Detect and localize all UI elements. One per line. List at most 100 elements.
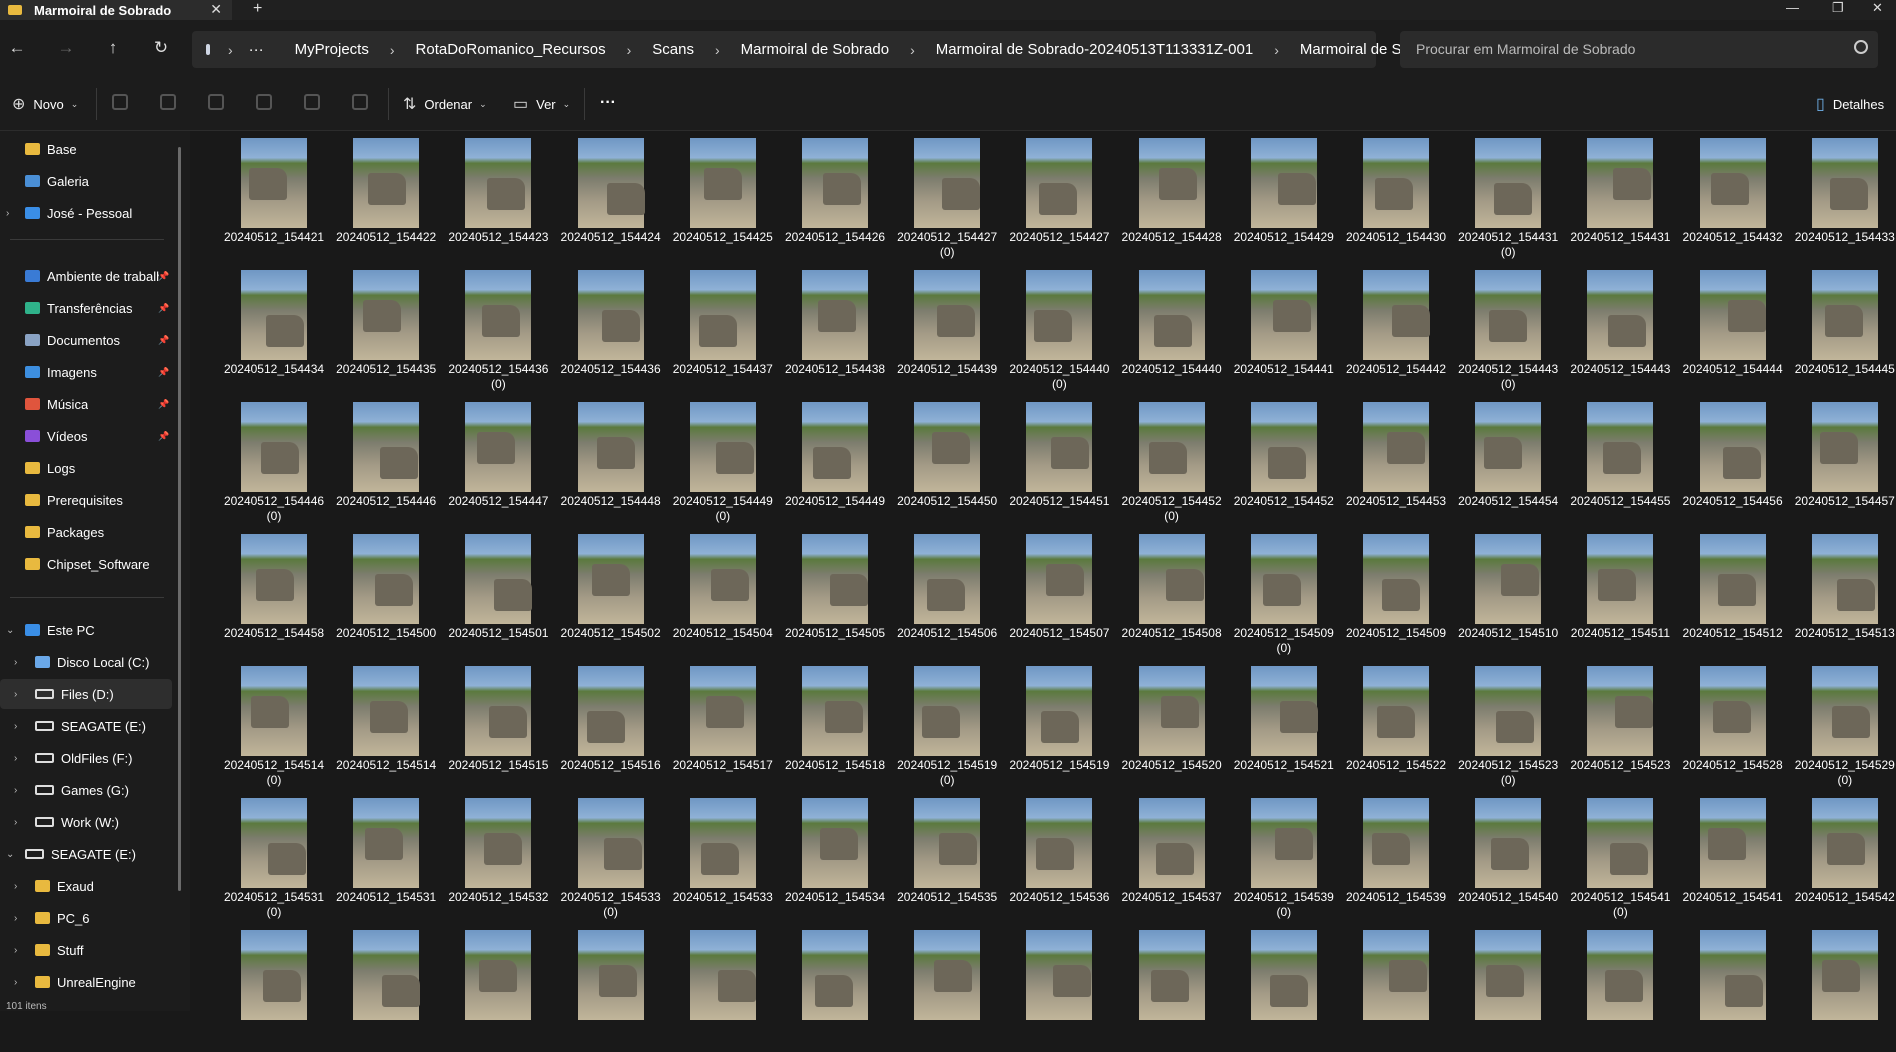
file-item[interactable]: 20240512_154423 (442, 132, 554, 260)
chevron-right-icon[interactable]: › (14, 689, 17, 700)
file-item[interactable] (1228, 924, 1340, 1052)
file-item[interactable]: 20240512_154446 (0) (218, 396, 330, 524)
file-item[interactable] (1452, 924, 1564, 1052)
file-item[interactable]: 20240512_154509 (1340, 528, 1452, 656)
file-item[interactable]: 20240512_154541 (0) (1564, 792, 1676, 920)
sort-button[interactable]: ⇅ Ordenar ⌄ (403, 94, 487, 114)
details-button[interactable]: ▯ Detalhes (1816, 94, 1884, 114)
file-item[interactable]: 20240512_154433 (1789, 132, 1896, 260)
sidebar-item[interactable]: › PC_6 (0, 903, 172, 933)
copy-icon[interactable] (160, 94, 176, 110)
new-button[interactable]: ⊕ Novo ⌄ (12, 94, 78, 114)
sidebar-item[interactable]: ⌄ SEAGATE (E:) (0, 839, 172, 869)
file-item[interactable]: 20240512_154522 (1340, 660, 1452, 788)
file-item[interactable]: 20240512_154505 (779, 528, 891, 656)
file-item[interactable] (442, 924, 554, 1052)
file-item[interactable] (1789, 924, 1896, 1052)
file-item[interactable]: 20240512_154428 (1116, 132, 1228, 260)
file-item[interactable]: 20240512_154533 (0) (555, 792, 667, 920)
close-window-button[interactable]: ✕ (1872, 0, 1883, 16)
file-item[interactable]: 20240512_154434 (218, 264, 330, 392)
sidebar-item[interactable]: Packages (0, 517, 172, 547)
close-tab-icon[interactable]: ✕ (210, 1, 222, 18)
cut-icon[interactable] (112, 94, 128, 110)
chevron-right-icon[interactable]: › (14, 817, 17, 828)
file-item[interactable]: 20240512_154421 (218, 132, 330, 260)
new-tab-button[interactable]: + (253, 0, 262, 18)
file-item[interactable]: 20240512_154529 (0) (1789, 660, 1896, 788)
share-icon[interactable] (304, 94, 320, 110)
file-item[interactable]: 20240512_154509 (0) (1228, 528, 1340, 656)
file-item[interactable] (1340, 924, 1452, 1052)
file-item[interactable]: 20240512_154511 (1564, 528, 1676, 656)
sidebar-item[interactable]: › Stuff (0, 935, 172, 965)
breadcrumb-item[interactable]: Marmoiral de Sobrado-20240513T113331Z-00… (936, 41, 1253, 58)
file-item[interactable]: 20240512_154519 (0) (891, 660, 1003, 788)
file-item[interactable] (667, 924, 779, 1052)
chevron-right-icon[interactable]: › (14, 657, 17, 668)
sidebar-item[interactable]: Base (0, 134, 172, 164)
file-item[interactable]: 20240512_154531 (0) (218, 792, 330, 920)
file-item[interactable]: 20240512_154458 (218, 528, 330, 656)
sidebar-item[interactable]: ⌄ Este PC (0, 615, 172, 645)
file-item[interactable] (555, 924, 667, 1052)
search-icon[interactable] (1854, 40, 1868, 54)
file-item[interactable]: 20240512_154514 (330, 660, 442, 788)
breadcrumb-item[interactable]: RotaDoRomanico_Recursos (416, 41, 606, 58)
file-item[interactable]: 20240512_154447 (442, 396, 554, 524)
file-item[interactable]: 20240512_154425 (667, 132, 779, 260)
sidebar-item[interactable]: › OldFiles (F:) (0, 743, 172, 773)
file-item[interactable]: 20240512_154455 (1564, 396, 1676, 524)
file-item[interactable]: 20240512_154427 (1003, 132, 1115, 260)
chevron-right-icon[interactable]: › (14, 945, 17, 956)
file-item[interactable]: 20240512_154500 (330, 528, 442, 656)
view-button[interactable]: ▭ Ver ⌄ (513, 94, 570, 114)
file-item[interactable]: 20240512_154508 (1116, 528, 1228, 656)
file-item[interactable]: 20240512_154501 (442, 528, 554, 656)
file-item[interactable]: 20240512_154518 (779, 660, 891, 788)
file-item[interactable]: 20240512_154436 (555, 264, 667, 392)
file-item[interactable]: 20240512_154426 (779, 132, 891, 260)
sidebar-item[interactable]: Música 📌 (0, 389, 172, 419)
forward-icon[interactable]: → (54, 38, 78, 58)
chevron-right-icon[interactable]: › (14, 977, 17, 988)
search-box[interactable] (1400, 31, 1878, 68)
file-item[interactable]: 20240512_154445 (1789, 264, 1896, 392)
file-item[interactable]: 20240512_154443 (0) (1452, 264, 1564, 392)
tab-current[interactable]: Marmoiral de Sobrado ✕ (0, 0, 232, 20)
file-item[interactable] (1003, 924, 1115, 1052)
file-item[interactable]: 20240512_154444 (1677, 264, 1789, 392)
file-item[interactable]: 20240512_154516 (555, 660, 667, 788)
file-item[interactable]: 20240512_154439 (891, 264, 1003, 392)
paste-icon[interactable] (208, 94, 224, 110)
file-item[interactable]: 20240512_154432 (1677, 132, 1789, 260)
chevron-right-icon[interactable]: › (6, 208, 9, 219)
maximize-button[interactable]: ❐ (1832, 0, 1844, 16)
file-item[interactable]: 20240512_154435 (330, 264, 442, 392)
file-item[interactable]: 20240512_154532 (442, 792, 554, 920)
file-item[interactable]: 20240512_154422 (330, 132, 442, 260)
file-item[interactable]: 20240512_154531 (330, 792, 442, 920)
file-item[interactable] (218, 924, 330, 1052)
file-item[interactable]: 20240512_154520 (1116, 660, 1228, 788)
file-item[interactable]: 20240512_154431 (0) (1452, 132, 1564, 260)
file-item[interactable]: 20240512_154449 (779, 396, 891, 524)
file-item[interactable]: 20240512_154507 (1003, 528, 1115, 656)
file-item[interactable]: 20240512_154539 (0) (1228, 792, 1340, 920)
file-item[interactable]: 20240512_154457 (1789, 396, 1896, 524)
file-item[interactable] (1677, 924, 1789, 1052)
chevron-right-icon[interactable]: › (14, 913, 17, 924)
file-item[interactable]: 20240512_154440 (1116, 264, 1228, 392)
file-item[interactable]: 20240512_154430 (1340, 132, 1452, 260)
file-item[interactable]: 20240512_154424 (555, 132, 667, 260)
sidebar-item[interactable]: › UnrealEngine (0, 967, 172, 997)
file-item[interactable]: 20240512_154452 (1228, 396, 1340, 524)
file-item[interactable]: 20240512_154456 (1677, 396, 1789, 524)
back-icon[interactable]: ← (5, 38, 29, 58)
sidebar-scrollbar[interactable] (178, 147, 181, 891)
file-item[interactable]: 20240512_154452 (0) (1116, 396, 1228, 524)
file-item[interactable]: 20240512_154533 (667, 792, 779, 920)
file-item[interactable]: 20240512_154539 (1340, 792, 1452, 920)
file-item[interactable]: 20240512_154506 (891, 528, 1003, 656)
rename-icon[interactable] (256, 94, 272, 110)
